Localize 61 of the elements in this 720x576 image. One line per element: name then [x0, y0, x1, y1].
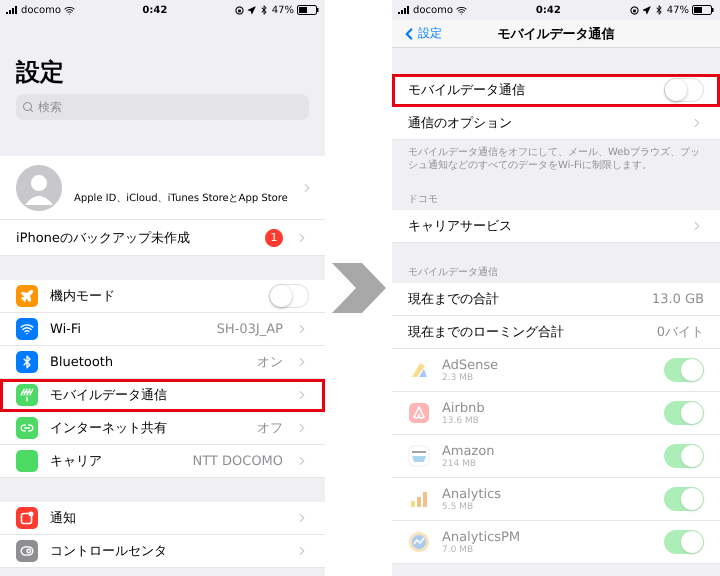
section-header: ドコモ [407, 193, 439, 207]
settings-row[interactable]: 通信のオプション [392, 107, 720, 140]
avatar-icon [16, 164, 62, 210]
settings-row[interactable]: モバイルデータ通信 [0, 379, 325, 412]
location-icon [642, 6, 651, 14]
app-icon [408, 531, 430, 553]
switches-icon [20, 544, 34, 558]
app-icon [408, 402, 430, 424]
nav-title: モバイルデータ通信 [498, 26, 614, 42]
section-header: モバイルデータ通信 [407, 266, 499, 280]
footer-note: モバイルデータ通信をオフにして、メール、Webブラウズ、プッシュ通知などのすべてのデータをWi-Fiに制限します。 [407, 146, 701, 173]
wifi-icon [456, 4, 467, 16]
battery-icon [297, 5, 319, 15]
page-title: 設定 [14, 57, 65, 88]
arrow-icon [332, 263, 386, 313]
notification-icon [20, 511, 34, 525]
airplane-icon [20, 289, 34, 303]
app-name: Amazon [442, 444, 496, 458]
app-name: Airbnb [442, 400, 486, 416]
app-size: 7.0 MB [442, 544, 474, 554]
settings-row[interactable]: キャリアサービス [392, 210, 720, 243]
carrier-name: docomo [413, 4, 453, 16]
signal-icon [398, 6, 410, 14]
wifi-icon [20, 322, 34, 336]
app-name: AnalyticsPM [442, 530, 522, 544]
bluetooth-icon [654, 5, 664, 15]
app-size: 214 MB [442, 458, 477, 468]
app-name: AdSense [442, 358, 500, 372]
toggle-switch[interactable] [664, 78, 704, 102]
settings-row[interactable]: コントロールセンタ [0, 535, 325, 568]
rotation-lock-icon [630, 6, 639, 14]
settings-row[interactable]: 機内モード [0, 280, 325, 313]
toggle-switch[interactable] [269, 284, 309, 308]
settings-row[interactable]: iPhoneのバックアップ未作成 1 [0, 220, 325, 256]
profile-row[interactable]: Apple ID、iCloud、iTunes StoreとApp Store [0, 156, 325, 220]
settings-row[interactable]: インターネット共有 オフ [0, 412, 325, 445]
battery-percent: 47% [272, 4, 294, 16]
clock-time: 0:42 [536, 4, 561, 16]
settings-row[interactable]: モバイルデータ通信 [392, 74, 720, 107]
back-link[interactable]: 設定 [418, 25, 442, 42]
settings-row[interactable]: 通知 [0, 502, 325, 535]
antenna-icon [20, 388, 34, 402]
usage-row: 現在までの合計 13.0 GB [392, 283, 720, 316]
app-size: 2.3 MB [442, 372, 474, 382]
carrier-name: docomo [21, 4, 61, 16]
wifi-icon [64, 4, 75, 16]
app-size: 5.5 MB [442, 502, 474, 512]
signal-icon [6, 6, 18, 14]
app-size: 13.6 MB [442, 416, 480, 426]
rotation-lock-icon [234, 6, 244, 14]
settings-row[interactable]: Wi-Fi SH-03J_AP [0, 313, 325, 346]
location-icon [246, 6, 256, 14]
clock-time: 0:42 [142, 4, 168, 16]
bluetooth-icon [258, 5, 269, 15]
app-name: Analytics [442, 486, 502, 502]
search-icon [22, 101, 34, 113]
notification-badge: 1 [265, 228, 283, 246]
cart-icon [408, 445, 430, 467]
settings-row[interactable]: Bluetooth オン [0, 346, 325, 379]
battery-icon [692, 5, 714, 15]
battery-percent: 47% [666, 4, 689, 16]
